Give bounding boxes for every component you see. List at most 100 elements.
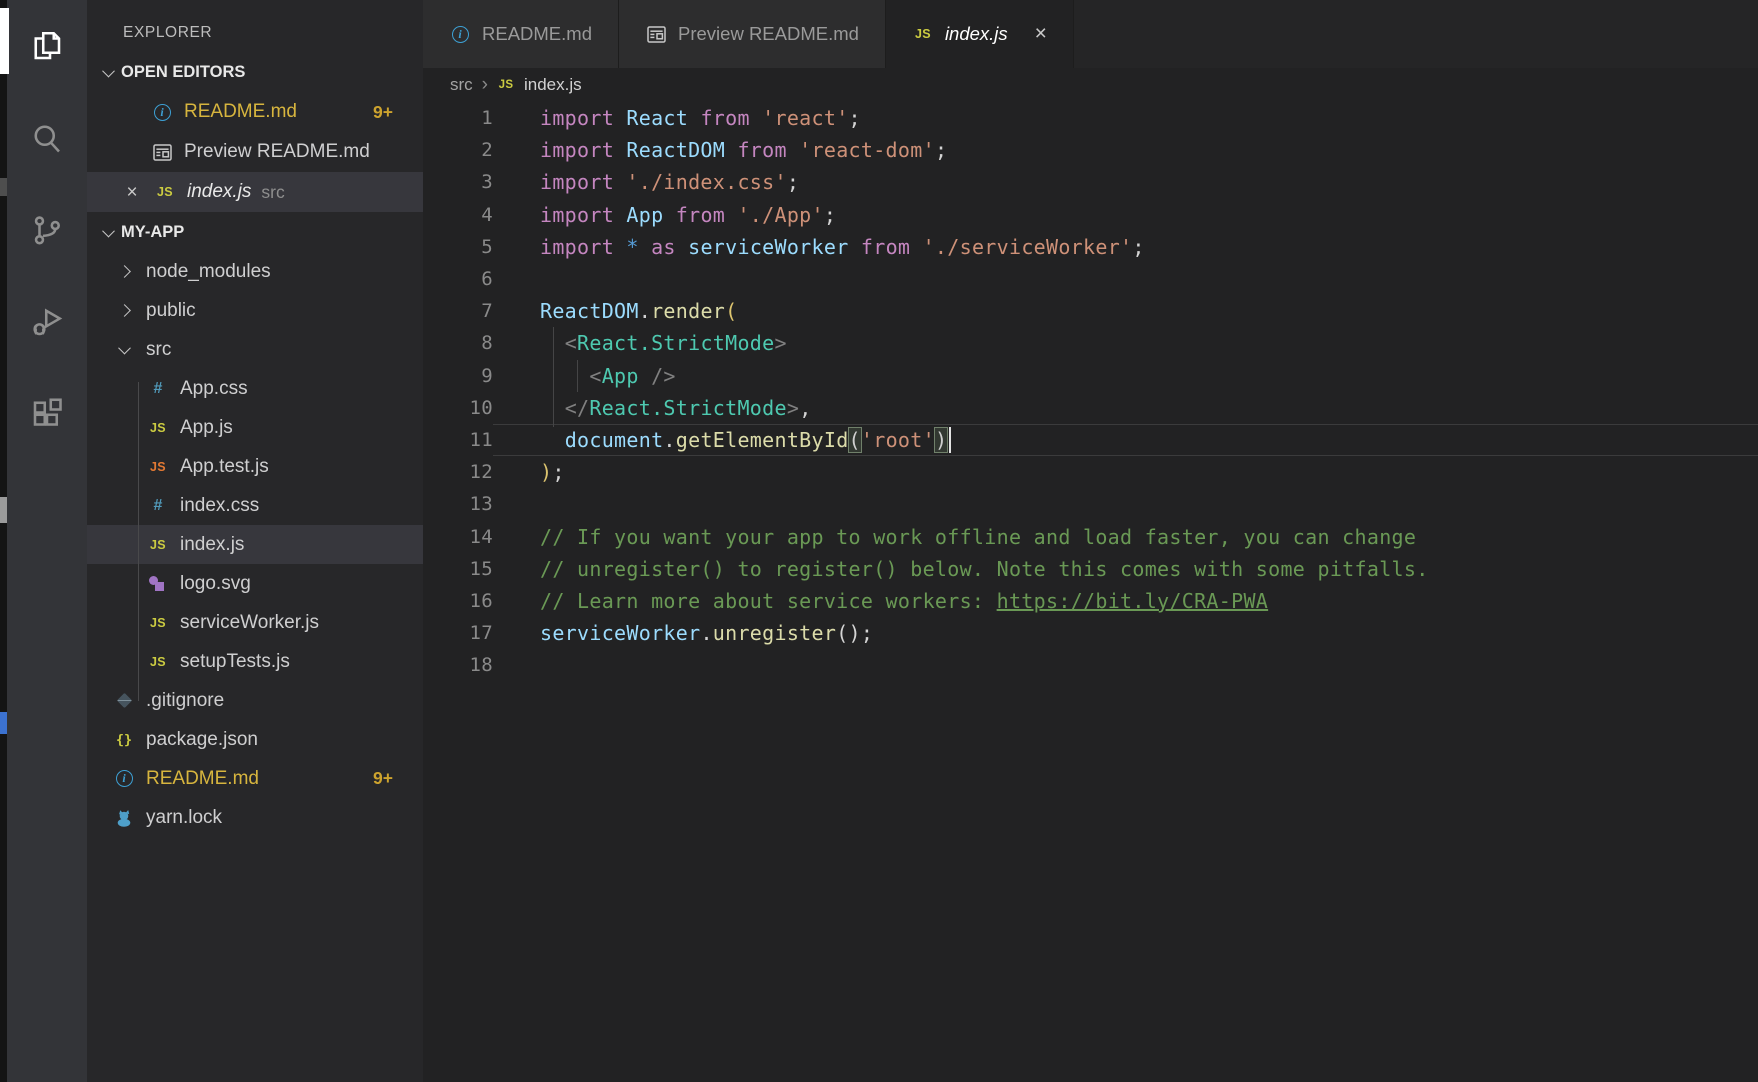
line-content[interactable]: document.getElementById('root') [493, 424, 1758, 456]
line-number: 3 [423, 171, 493, 193]
open-editor-preview-readme-md[interactable]: Preview README.md [87, 132, 423, 172]
line-number: 6 [423, 268, 493, 290]
code-token: './App' [737, 203, 823, 227]
line-content[interactable]: import ReactDOM from 'react-dom'; [493, 134, 1758, 166]
open-editor-readme-md[interactable]: iREADME.md9+ [87, 92, 423, 132]
line-content[interactable]: import React from 'react'; [493, 102, 1758, 134]
line-content[interactable]: import './index.css'; [493, 166, 1758, 198]
code-token: './index.css' [626, 170, 786, 194]
extensions-activity-button[interactable] [7, 368, 87, 460]
tab-index-js[interactable]: JS index.js × [886, 0, 1074, 68]
comment-link[interactable]: https://bit.ly/CRA-PWA [997, 589, 1269, 613]
run-debug-activity-button[interactable] [7, 276, 87, 368]
tab-preview-readme-md[interactable]: Preview README.md [619, 0, 886, 68]
code-line-13: 13 [423, 488, 1758, 520]
close-icon[interactable]: × [121, 181, 143, 203]
js-icon: JS [912, 23, 934, 45]
tab-label: Preview README.md [678, 23, 859, 45]
hash-icon: # [147, 378, 169, 400]
breadcrumb-file[interactable]: index.js [524, 75, 582, 95]
code-token: > [775, 331, 787, 355]
search-icon [29, 120, 65, 156]
code-token: getElementById [676, 428, 849, 452]
code-token: < [565, 331, 577, 355]
tree-item-package-json[interactable]: {}package.json [87, 720, 423, 759]
line-content[interactable]: // Learn more about service workers: htt… [493, 585, 1758, 617]
line-number: 18 [423, 654, 493, 676]
line-content[interactable] [493, 649, 1758, 681]
code-token: ; [824, 203, 836, 227]
extensions-icon [29, 396, 65, 432]
code-token: ; [552, 460, 564, 484]
line-content[interactable] [493, 263, 1758, 295]
line-content[interactable]: import App from './App'; [493, 199, 1758, 231]
tree-item-label: serviceWorker.js [180, 612, 319, 634]
open-editor-label: index.js [187, 181, 251, 203]
code-editor[interactable]: 1import React from 'react';2import React… [423, 102, 1758, 681]
tree-item-yarn-lock[interactable]: yarn.lock [87, 798, 423, 837]
open-editors-label: OPEN EDITORS [121, 63, 245, 82]
changes-badge: 9+ [373, 768, 393, 789]
chev-down-icon [113, 339, 135, 361]
code-token: * [626, 235, 638, 259]
line-number: 4 [423, 204, 493, 226]
open-editor-label: README.md [184, 101, 297, 123]
tree-item-label: App.test.js [180, 456, 269, 478]
tab-label: index.js [945, 23, 1008, 45]
project-section-header[interactable]: MY-APP [87, 212, 423, 252]
line-content[interactable]: </React.StrictMode>, [493, 392, 1758, 424]
code-token: React.StrictMode [577, 331, 774, 355]
search-activity-button[interactable] [7, 92, 87, 184]
breadcrumb-folder[interactable]: src [450, 75, 473, 95]
code-token: import [540, 170, 626, 194]
line-content[interactable]: // If you want your app to work offline … [493, 520, 1758, 552]
line-content[interactable]: <App /> [493, 360, 1758, 392]
tab-readme-md[interactable]: iREADME.md [423, 0, 619, 68]
open-editor-index-js[interactable]: ×JSindex.jssrc [87, 172, 423, 212]
tree-item-label: README.md [146, 768, 259, 790]
source-control-activity-button[interactable] [7, 184, 87, 276]
edge-artifact [0, 497, 7, 523]
line-content[interactable]: ); [493, 456, 1758, 488]
line-content[interactable]: import * as serviceWorker from './servic… [493, 231, 1758, 263]
code-token: , [799, 396, 811, 420]
code-token: from [663, 203, 737, 227]
chev-right-icon [113, 300, 135, 322]
edge-artifact [0, 712, 7, 734]
line-content[interactable]: // unregister() to register() below. Not… [493, 553, 1758, 585]
info-icon: i [449, 23, 471, 45]
code-token: from [688, 106, 762, 130]
code-line-2: 2import ReactDOM from 'react-dom'; [423, 134, 1758, 166]
code-token: import [540, 235, 626, 259]
tree-item-label: yarn.lock [146, 807, 222, 829]
code-line-15: 15// unregister() to register() below. N… [423, 553, 1758, 585]
project-name-label: MY-APP [121, 223, 184, 242]
code-line-1: 1import React from 'react'; [423, 102, 1758, 134]
js-icon: JS [147, 417, 169, 439]
tree-item-public[interactable]: public [87, 291, 423, 330]
tree-item-node-modules[interactable]: node_modules [87, 252, 423, 291]
tree-item-src[interactable]: src [87, 330, 423, 369]
code-token: (); [836, 621, 873, 645]
explorer-sidebar: EXPLORER OPEN EDITORS iREADME.md9+Previe… [87, 0, 423, 1082]
debug-icon [29, 304, 65, 340]
line-number: 11 [423, 429, 493, 451]
line-content[interactable]: ReactDOM.render( [493, 295, 1758, 327]
code-line-5: 5import * as serviceWorker from './servi… [423, 231, 1758, 263]
code-token: // If you want your app to work offline … [540, 525, 1416, 549]
line-content[interactable]: serviceWorker.unregister(); [493, 617, 1758, 649]
explorer-activity-button[interactable] [7, 0, 87, 92]
breadcrumb[interactable]: src › JS index.js [423, 68, 1758, 102]
screen-edge-strip [0, 0, 7, 1082]
line-content[interactable]: <React.StrictMode> [493, 327, 1758, 359]
open-editors-section-header[interactable]: OPEN EDITORS [87, 52, 423, 92]
code-token: . [663, 428, 675, 452]
tree-item-readme-md[interactable]: iREADME.md9+ [87, 759, 423, 798]
close-icon[interactable]: × [1035, 22, 1047, 46]
code-token: as [639, 235, 688, 259]
line-number: 10 [423, 397, 493, 419]
line-content[interactable] [493, 488, 1758, 520]
svg-icon [147, 573, 169, 595]
tree-indent-guide [138, 382, 139, 701]
code-line-8: 8 <React.StrictMode> [423, 327, 1758, 359]
